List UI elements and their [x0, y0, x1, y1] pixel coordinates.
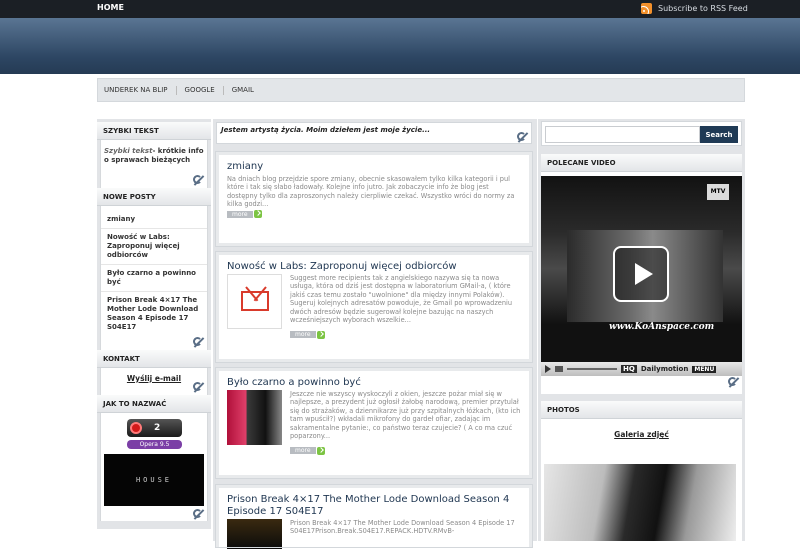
search-button[interactable]: Search [700, 126, 738, 143]
recent-posts-widget: zmiany Nowość w Labs: Zaproponuj więcej … [100, 206, 208, 350]
dailymotion-logo[interactable]: Dailymotion [641, 365, 689, 373]
post-title[interactable]: zmiany [227, 161, 521, 173]
recent-post-link[interactable]: Było czarno a powinno być [101, 265, 207, 292]
video-menu-button[interactable]: MENU [692, 365, 717, 373]
wrench-icon[interactable] [193, 337, 204, 348]
rss-icon [641, 3, 652, 14]
more-button[interactable]: more [227, 210, 253, 218]
wrench-icon[interactable] [517, 132, 528, 143]
video-player[interactable]: MTV www.KoAnspace.com [541, 176, 742, 362]
video-widget: MTV www.KoAnspace.com HQ Dailymotion MEN… [541, 172, 742, 394]
more-button[interactable]: more [290, 331, 316, 338]
play-button[interactable] [613, 246, 669, 302]
play-small-icon[interactable] [545, 365, 551, 373]
video-controls: HQ Dailymotion MENU [541, 362, 742, 376]
post-excerpt: Jeszcze nie wszyscy wyskoczyli z okien, … [290, 390, 521, 441]
post-zmiany: zmiany Na dniach blog przejdzie spore zm… [215, 151, 533, 247]
photos-title: PHOTOS [541, 401, 742, 419]
arrow-icon [253, 210, 262, 219]
send-email-link[interactable]: Wyślij e-mail [127, 374, 181, 383]
post-excerpt: Prison Break 4×17 The Mother Lode Downlo… [290, 519, 515, 536]
wrench-icon[interactable] [728, 377, 739, 388]
recent-post-link[interactable]: Nowość w Labs: Zaproponuj więcej odbiorc… [101, 229, 207, 265]
main-column: Jestem artystą życia. Moim dziełem jest … [213, 119, 537, 549]
quick-text-title: SZYBKI TEKST [97, 122, 211, 140]
dog-photo[interactable] [544, 464, 736, 541]
video-watermark: www.KoAnspace.com [609, 322, 715, 332]
photos-widget: Galeria zdjęć [541, 419, 742, 541]
recent-posts-title: NOWE POSTY [97, 188, 211, 206]
wrench-icon[interactable] [193, 175, 204, 186]
post-excerpt: Na dniach blog przejdzie spore zmiany, o… [227, 175, 515, 209]
house-video-thumbnail[interactable]: HOUSE [104, 454, 204, 506]
left-sidebar: SZYBKI TEKST Szybki tekst- krótkie info … [97, 119, 211, 529]
recent-post-link[interactable]: zmiany [101, 211, 207, 229]
nav-divider [222, 85, 224, 95]
gallery-link[interactable]: Galeria zdjęć [541, 430, 742, 439]
nav-item-underek[interactable]: UNDEREK NA BLIP [104, 86, 176, 94]
motto-box: Jestem artystą życia. Moim dziełem jest … [216, 122, 532, 144]
gmail-thumbnail [227, 274, 282, 329]
recent-post-link[interactable]: Prison Break 4×17 The Mother Lode Downlo… [101, 292, 207, 336]
nav-item-gmail[interactable]: GMAIL [232, 86, 262, 94]
search-input[interactable] [545, 126, 700, 143]
contact-title: KONTAKT [97, 350, 211, 368]
nav-divider [175, 85, 177, 95]
wrench-icon[interactable] [193, 509, 204, 520]
volume-icon[interactable] [555, 366, 563, 372]
more-link[interactable]: more [227, 210, 262, 219]
post-title[interactable]: Prison Break 4×17 The Mother Lode Downlo… [227, 494, 521, 518]
mtv-logo: MTV [707, 184, 729, 200]
more-button[interactable]: more [290, 447, 316, 454]
contact-widget: Wyślij e-mail [100, 368, 208, 395]
post-excerpt: Suggest more recipients tak z angielskie… [290, 274, 513, 325]
howto-widget: 2 Opera 9.5 HOUSE [100, 413, 208, 521]
search-box: Search [541, 121, 742, 146]
arrow-icon [316, 446, 325, 455]
rss-label: Subscribe to RSS Feed [658, 4, 748, 13]
browser-label: Opera 9.5 [127, 440, 182, 449]
quick-text-italic: Szybki tekst [104, 147, 153, 155]
more-link[interactable]: more [290, 330, 325, 339]
quick-text-widget: Szybki tekst- krótkie info o sprawach bi… [100, 140, 208, 188]
house-title: HOUSE [135, 476, 173, 484]
post-title[interactable]: Było czarno a powinno być [227, 377, 521, 389]
progress-bar[interactable] [567, 368, 617, 370]
play-icon [635, 263, 653, 285]
nav-bar: UNDEREK NA BLIP GOOGLE GMAIL [97, 78, 745, 102]
top-bar: HOME Subscribe to RSS Feed [0, 0, 800, 18]
video-title: POLECANE VIDEO [541, 154, 742, 172]
opera-icon [130, 422, 142, 434]
fire-photo-thumbnail [227, 390, 282, 445]
hq-button[interactable]: HQ [621, 365, 637, 373]
post-labs: Nowość w Labs: Zaproponuj więcej odbiorc… [215, 251, 533, 363]
nav-item-google[interactable]: GOOGLE [185, 86, 223, 94]
arrow-icon [316, 330, 325, 339]
post-czarno: Było czarno a powinno być Jeszcze nie ws… [215, 367, 533, 479]
opera-counter: 2 [127, 419, 182, 437]
counter-value: 2 [154, 423, 161, 433]
more-link[interactable]: more [290, 446, 325, 455]
post-title[interactable]: Nowość w Labs: Zaproponuj więcej odbiorc… [227, 261, 521, 273]
howto-title: JAK TO NAZWAĆ [97, 395, 211, 413]
post-prison-break: Prison Break 4×17 The Mother Lode Downlo… [215, 484, 533, 549]
quick-text-body: Szybki tekst- krótkie info o sprawach bi… [104, 147, 204, 165]
home-link[interactable]: HOME [97, 3, 124, 12]
motto-text: Jestem artystą życia. Moim dziełem jest … [221, 126, 431, 134]
wrench-icon[interactable] [193, 382, 204, 393]
header-banner [0, 18, 800, 74]
prison-break-thumbnail [227, 519, 282, 549]
rss-subscribe-link[interactable]: Subscribe to RSS Feed [641, 2, 748, 15]
right-sidebar: Search POLECANE VIDEO MTV www.KoAnspace.… [538, 119, 745, 541]
